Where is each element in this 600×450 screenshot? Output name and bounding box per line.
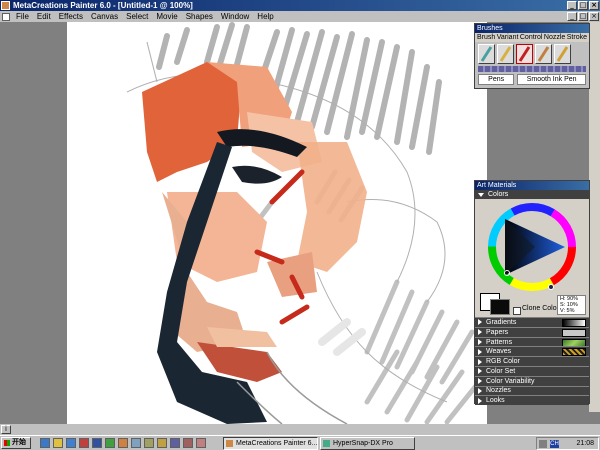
rgb-color-section[interactable]: RGB Color	[475, 356, 589, 366]
hue-marker	[548, 284, 554, 290]
brush-palette: Brushes Brush Variant Control Nozzle Str…	[474, 23, 590, 89]
art-materials-palette: Art Materials Colors Clone Color H: 90% …	[474, 180, 590, 406]
menu-effects[interactable]: Effects	[55, 11, 87, 22]
airbrush-icon[interactable]	[478, 44, 495, 64]
brush-menu-control[interactable]: Control	[520, 33, 543, 42]
painter-app-icon[interactable]	[1, 1, 10, 10]
app-icon-11[interactable]	[170, 438, 180, 448]
menu-movie[interactable]: Movie	[152, 11, 181, 22]
vertical-scrollbar[interactable]	[589, 22, 600, 412]
doc-close-button[interactable]: ×	[589, 12, 599, 21]
hypersnap-task-icon	[323, 440, 330, 447]
app-icon-13[interactable]	[196, 438, 206, 448]
close-button[interactable]: ×	[589, 1, 599, 10]
menu-bar: File Edit Effects Canvas Select Movie Sh…	[0, 11, 600, 22]
colors-label: Colors	[488, 191, 509, 198]
portrait-painting	[126, 22, 482, 424]
taskbar-painter-button[interactable]: MetaCreations Painter 6...	[223, 437, 318, 450]
collapse-triangle-icon	[478, 319, 482, 326]
gradients-section[interactable]: Gradients	[475, 317, 589, 327]
minimize-button[interactable]: _	[567, 1, 577, 10]
menu-canvas[interactable]: Canvas	[87, 11, 122, 22]
hsv-readout: H: 90% S: 10% V: 5%	[557, 295, 586, 315]
clone-color-checkbox[interactable]	[513, 307, 521, 315]
brush-category-name[interactable]: Pens	[478, 74, 515, 85]
brush-variant-name[interactable]: Smooth Ink Pen	[517, 74, 586, 85]
clock: 21:08	[576, 440, 594, 447]
collapse-triangle-icon	[478, 358, 482, 365]
app-icon-4[interactable]	[79, 438, 89, 448]
color-set-section[interactable]: Color Set	[475, 365, 589, 376]
maximize-button[interactable]: □	[578, 1, 588, 10]
app-icon-12[interactable]	[183, 438, 193, 448]
value-readout: V: 5%	[560, 308, 575, 314]
pattern-swatch	[562, 338, 586, 347]
weaves-section[interactable]: Weaves	[475, 346, 589, 357]
collapse-triangle-icon	[478, 397, 482, 404]
system-tray: CH 21:08	[536, 437, 599, 450]
menu-select[interactable]: Select	[122, 11, 152, 22]
browser-icon[interactable]	[53, 438, 63, 448]
clone-color-label: Clone Color	[522, 305, 559, 312]
felt-pen-icon[interactable]	[516, 44, 533, 64]
painter-task-icon	[226, 440, 233, 447]
app-icon-9[interactable]	[144, 438, 154, 448]
expand-triangle-icon	[478, 192, 484, 197]
menu-file[interactable]: File	[12, 11, 33, 22]
collapse-triangle-icon	[478, 387, 482, 394]
horizontal-scrollbar[interactable]: i	[0, 424, 600, 435]
art-materials-title[interactable]: Art Materials	[475, 181, 589, 190]
brush-menu-variant[interactable]: Variant	[497, 33, 519, 42]
brush-palette-menu: Brush Variant Control Nozzle Stroke	[475, 33, 589, 42]
outlook-icon[interactable]	[66, 438, 76, 448]
taskbar-hypersnap-button[interactable]: HyperSnap-DX Pro	[320, 437, 415, 450]
collapse-triangle-icon	[478, 378, 482, 385]
collapse-triangle-icon	[478, 348, 482, 355]
app-icon-7[interactable]	[118, 438, 128, 448]
collapse-triangle-icon	[478, 329, 482, 336]
doc-restore-button[interactable]: □	[578, 12, 588, 21]
looks-section[interactable]: Looks	[475, 395, 589, 406]
brush-variant-strip[interactable]	[478, 66, 586, 72]
chalk-icon[interactable]	[535, 44, 552, 64]
color-wheel[interactable]	[475, 199, 589, 293]
nozzles-section[interactable]: Nozzles	[475, 385, 589, 396]
window-title: MetaCreations Painter 6.0 - [Untitled-1 …	[13, 1, 193, 10]
brush-palette-title[interactable]: Brushes	[475, 24, 589, 33]
painting-canvas[interactable]	[67, 22, 487, 424]
pencil-icon[interactable]	[497, 44, 514, 64]
brush-menu-stroke[interactable]: Stroke	[567, 33, 587, 42]
pen-icon[interactable]	[554, 44, 571, 64]
start-button[interactable]: 开始	[1, 437, 31, 449]
app-icon-10[interactable]	[157, 438, 167, 448]
collapse-triangle-icon	[478, 338, 482, 345]
app-icon-8[interactable]	[131, 438, 141, 448]
input-method-icon[interactable]: CH	[550, 440, 559, 448]
brush-menu-brush[interactable]: Brush	[477, 33, 495, 42]
collapse-triangle-icon	[478, 368, 482, 375]
gradient-swatch	[562, 319, 586, 327]
color-variability-section[interactable]: Color Variability	[475, 375, 589, 386]
colors-section-header[interactable]: Colors	[475, 190, 589, 199]
color-picker: Clone Color H: 90% S: 10% V: 5%	[475, 199, 589, 317]
info-icon[interactable]: i	[1, 425, 11, 434]
secondary-color-swatch[interactable]	[490, 299, 510, 315]
desktop-icon[interactable]	[40, 438, 50, 448]
excel-icon[interactable]	[105, 438, 115, 448]
patterns-section[interactable]: Patterns	[475, 336, 589, 347]
doc-minimize-button[interactable]: _	[567, 12, 577, 21]
menu-help[interactable]: Help	[253, 11, 277, 22]
weave-swatch	[562, 348, 586, 357]
paper-swatch	[562, 328, 586, 337]
word-icon[interactable]	[92, 438, 102, 448]
menu-shapes[interactable]: Shapes	[182, 11, 217, 22]
papers-section[interactable]: Papers	[475, 326, 589, 337]
document-icon[interactable]	[2, 12, 10, 21]
title-bar: MetaCreations Painter 6.0 - [Untitled-1 …	[0, 0, 600, 11]
taskbar: 开始 MetaCreations Painter 6... HyperSnap-…	[0, 435, 600, 450]
brush-menu-nozzle[interactable]: Nozzle	[544, 33, 565, 42]
volume-icon[interactable]	[539, 440, 547, 448]
menu-edit[interactable]: Edit	[33, 11, 55, 22]
menu-window[interactable]: Window	[217, 11, 253, 22]
